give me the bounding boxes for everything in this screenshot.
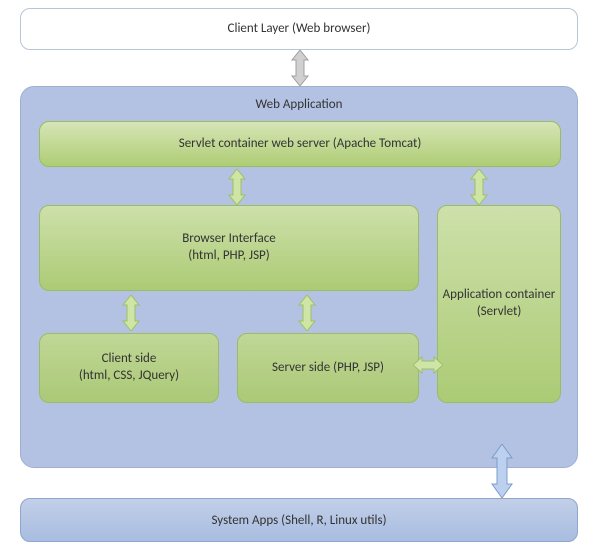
application-container-label-1: Application container [443,287,556,304]
client-side-box: Client side (html, CSS, JQuery) [39,333,219,403]
servlet-container-label: Servlet container web server (Apache Tom… [179,136,422,153]
server-side-box: Server side (PHP, JSP) [237,333,419,403]
client-side-label-1: Client side [79,351,179,368]
arrow-client-to-webapp [290,50,310,86]
browser-interface-label-1: Browser Interface [182,231,276,248]
server-side-label: Server side (PHP, JSP) [272,360,384,377]
client-layer-label: Client Layer (Web browser) [228,21,371,38]
client-layer-box: Client Layer (Web browser) [20,8,578,50]
application-container-label-2: (Servlet) [443,304,556,321]
web-application-title: Web Application [21,97,577,112]
arrow-webapp-to-systemapps [490,444,514,498]
application-container-box: Application container (Servlet) [437,205,561,403]
web-application-container: Web Application Servlet container web se… [20,86,578,468]
arrow-servlet-to-appcontainer [469,169,489,205]
system-apps-label: System Apps (Shell, R, Linux utils) [211,513,386,528]
arrow-serverside-to-appcontainer [413,355,443,375]
browser-interface-box: Browser Interface (html, PHP, JSP) [39,205,419,291]
client-side-label-2: (html, CSS, JQuery) [79,368,179,385]
browser-interface-label-2: (html, PHP, JSP) [182,248,276,265]
system-apps-box: System Apps (Shell, R, Linux utils) [20,498,578,542]
arrow-browser-to-clientside [121,295,141,331]
arrow-browser-to-serverside [297,295,317,331]
servlet-container-box: Servlet container web server (Apache Tom… [39,121,561,167]
arrow-servlet-to-browser [227,169,247,205]
